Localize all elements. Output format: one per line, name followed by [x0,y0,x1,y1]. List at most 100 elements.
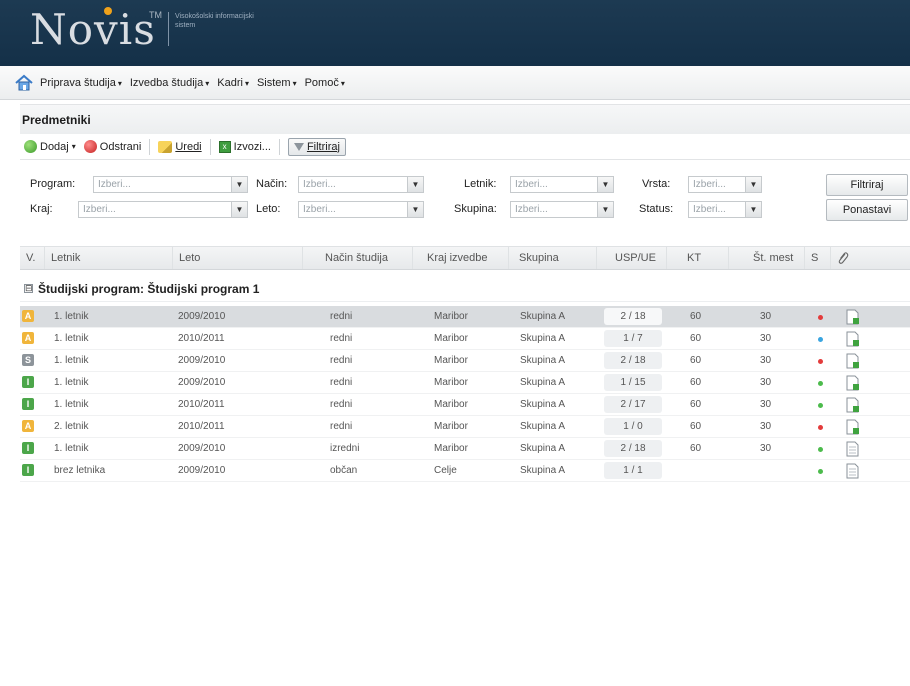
cell-kraj: Celje [434,465,457,476]
cell-usp: 1 / 1 [604,462,662,479]
cell-letnik: 1. letnik [54,333,89,344]
filter-toggle-button[interactable]: Filtriraj [287,137,346,156]
program-label: Program: [30,178,76,190]
column-header-nacin[interactable]: Način študija [302,247,412,269]
cell-letnik: 1. letnik [54,377,89,388]
cell-mest: 30 [760,421,772,432]
document-icon[interactable] [846,331,860,347]
column-header-letnik[interactable]: Letnik [44,247,172,269]
status-label: Status: [639,203,674,215]
status-dot-icon [818,381,823,386]
leto-select-value: Izberi... [303,204,336,215]
edit-button[interactable]: Uredi [158,140,202,153]
cell-leto: 2009/2010 [178,355,226,366]
document-icon[interactable] [846,353,860,369]
logo-text: Novis [30,5,156,54]
column-header-kt[interactable]: KT [666,247,728,269]
cell-skupina: Skupina A [520,465,566,476]
skupina-label: Skupina: [454,203,497,215]
status-dot-icon [818,403,823,408]
add-button[interactable]: Dodaj ▾ [24,140,76,153]
group-header-row[interactable]: ⊟ Študijski program: Študijski program 1 [20,276,910,302]
cell-kt: 60 [690,333,702,344]
document-icon[interactable] [846,419,860,435]
cell-leto: 2010/2011 [178,421,225,432]
toolbar-divider [209,138,211,155]
program-select[interactable]: Izberi... ▼ [93,176,248,193]
filter-panel: Program: Izberi... ▼ Kraj: Izberi... ▼ N… [20,168,910,238]
chevron-down-icon: ▼ [597,177,613,192]
table-row[interactable]: S 1. letnik 2009/2010 redni Maribor Skupina A… [20,350,910,372]
skupina-select[interactable]: Izberi... ▼ [510,201,614,218]
table-row[interactable]: A 1. letnik 2010/2011 redni Maribor Skupina A… [20,328,910,350]
cell-letnik: 2. letnik [54,421,89,432]
table-row[interactable]: I 1. letnik 2009/2010 redni Maribor Skupina A… [20,372,910,394]
export-button[interactable]: x Izvozi... [218,140,271,153]
table-row[interactable]: A 2. letnik 2010/2011 redni Maribor Skupina A… [20,416,910,438]
document-icon[interactable] [846,397,860,413]
table-row[interactable]: I 1. letnik 2009/2010 izredni Maribor Skupina… [20,438,910,460]
letnik-select[interactable]: Izberi... ▼ [510,176,614,193]
chevron-down-icon: ▾ [117,78,122,88]
cell-nacin: redni [330,377,353,388]
cell-nacin: občan [330,465,358,476]
paperclip-icon [838,252,849,264]
column-header-skupina[interactable]: Skupina [508,247,596,269]
nacin-label: Način: [256,178,288,190]
cell-leto: 2009/2010 [178,443,226,454]
menu-item-4[interactable]: Pomoč ▾ [305,77,345,89]
leto-label: Leto: [256,203,281,215]
letnik-label: Letnik: [464,178,497,190]
menu-item-0[interactable]: Priprava študija ▾ [40,77,122,89]
menu-item-1[interactable]: Izvedba študija ▾ [130,77,209,89]
add-label: Dodaj [40,140,69,153]
skupina-select-value: Izberi... [515,204,548,215]
column-header-mest[interactable]: Št. mest [728,247,804,269]
panel-title: Predmetniki [20,104,910,134]
cell-nacin: redni [330,399,353,410]
cell-letnik: 1. letnik [54,311,89,322]
menu-item-label: Izvedba študija [129,76,204,89]
table-row[interactable]: Ibrez letnika 2009/2010 občan Celje Skupina … [20,460,910,482]
cell-nacin: izredni [330,443,360,454]
kraj-select[interactable]: Izberi... ▼ [78,201,248,218]
document-icon[interactable] [846,375,860,391]
column-header-leto[interactable]: Leto [172,247,302,269]
column-header-v[interactable]: V. [20,247,44,269]
remove-icon [83,140,97,153]
menu-item-label: Kadri [217,76,243,89]
cell-mest: 30 [760,443,772,454]
column-header-s[interactable]: S [804,247,830,269]
leto-select[interactable]: Izberi... ▼ [298,201,424,218]
cell-kt: 60 [690,443,702,454]
document-icon[interactable] [846,463,860,479]
kraj-label: Kraj: [30,203,53,215]
reset-button[interactable]: Ponastavi [826,199,908,221]
document-icon[interactable] [846,309,860,325]
cell-nacin: redni [330,421,353,432]
column-header-usp[interactable]: USP/UE [596,247,666,269]
filter-toggle-label: Filtriraj [306,140,340,153]
chevron-down-icon: ▼ [745,177,761,192]
version-badge: A [22,332,34,344]
status-select[interactable]: Izberi... ▼ [688,201,762,218]
chevron-down-icon: ▼ [231,177,247,192]
cell-kraj: Maribor [434,421,468,432]
table-row[interactable]: I 1. letnik 2010/2011 redni Maribor Skupina A… [20,394,910,416]
nacin-select[interactable]: Izberi... ▼ [298,176,424,193]
menu-item-2[interactable]: Kadri ▾ [217,77,249,89]
cell-skupina: Skupina A [520,443,566,454]
delete-button[interactable]: Odstrani [83,140,141,153]
chevron-down-icon: ▾ [205,78,210,88]
cell-letnik: 1. letnik [54,443,89,454]
column-header-kraj[interactable]: Kraj izvedbe [412,247,508,269]
document-icon[interactable] [846,441,860,457]
column-header-attachment[interactable] [830,247,910,269]
filter-button[interactable]: Filtriraj [826,174,908,196]
group-label: Študijski program: Študijski program 1 [38,281,260,296]
vrsta-select[interactable]: Izberi... ▼ [688,176,762,193]
menu-item-3[interactable]: Sistem ▾ [257,77,297,89]
table-row[interactable]: A 1. letnik 2009/2010 redni Maribor Skupina A… [20,306,910,328]
home-icon[interactable] [14,73,34,93]
collapse-icon[interactable]: ⊟ [24,284,33,293]
